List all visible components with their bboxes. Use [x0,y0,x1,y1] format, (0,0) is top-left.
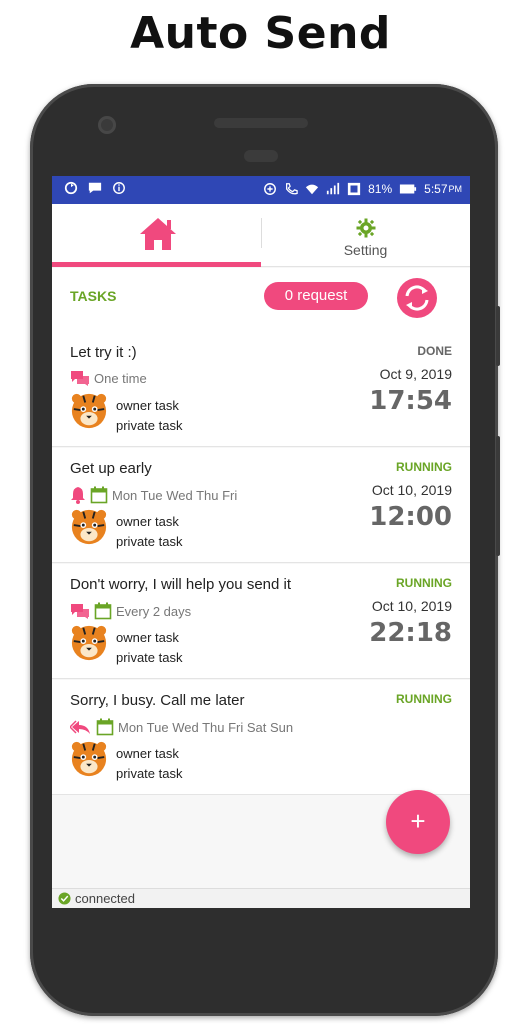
tasks-header: TASKS 0 request [52,268,470,332]
privacy-label: private task [116,766,183,781]
owner-label: owner task [116,746,179,761]
schedule-text: Mon Tue Wed Thu Fri [112,487,238,503]
task-schedule: Mon Tue Wed Thu Fri Sat Sun [70,718,293,736]
schedule-text: Every 2 days [116,603,192,619]
clock-ampm: PM [448,184,463,194]
connection-status-bar: connected [52,888,470,908]
request-button[interactable]: 0 request [264,282,368,310]
task-item[interactable]: Let try it :) One time owner task privat… [52,332,470,447]
tab-home[interactable] [52,204,261,267]
chat-icon [71,604,89,619]
task-item[interactable]: Don't worry, I will help you send it Eve… [52,564,470,679]
task-title: Get up early [70,460,152,477]
task-date: Oct 9, 2019 [379,366,452,382]
clock-time: 5:57 [424,182,448,196]
schedule-text: One time [94,370,147,386]
refresh-icon[interactable] [395,276,439,320]
task-date: Oct 10, 2019 [371,482,452,498]
gear-icon [356,218,376,238]
signal-icon-2 [347,182,361,196]
signal-icon [326,182,340,195]
reply-all-icon [70,720,90,734]
calendar-icon [96,718,114,736]
status-badge: RUNNING [396,692,452,706]
data-saver-icon [264,183,277,195]
proximity-sensor [244,150,278,162]
calendar-icon [94,602,112,620]
info-icon [113,182,125,194]
call-icon [286,183,298,195]
privacy-label: private task [116,534,183,549]
front-camera [98,116,116,134]
volume-button [496,436,500,556]
task-owner-block: owner task private task [116,512,182,552]
task-owner-block: owner task private task [116,628,182,668]
chat-icon [71,371,89,386]
tab-setting[interactable]: Setting [261,204,470,266]
owner-label: owner task [116,630,179,645]
check-circle-icon [58,892,71,905]
task-owner-block: owner task private task [116,744,182,784]
promo-title: Auto Send [130,8,391,59]
schedule-text: Mon Tue Wed Thu Fri Sat Sun [118,719,294,735]
tasks-label: TASKS [70,288,117,304]
task-date: Oct 10, 2019 [371,598,452,614]
owner-label: owner task [116,514,179,529]
bell-icon [71,487,85,504]
status-badge: RUNNING [396,460,452,474]
home-icon [140,218,176,250]
task-time: 22:18 [369,618,452,648]
task-owner-block: owner task private task [116,396,182,436]
tab-active-indicator [52,262,261,267]
task-schedule: Every 2 days [70,602,191,620]
task-item[interactable]: Get up early Mon Tue Wed Thu Fri owner t… [52,448,470,563]
power-button [496,306,500,366]
task-title: Sorry, I busy. Call me later [70,692,245,709]
task-schedule: One time [70,370,147,386]
tiger-avatar [71,509,107,545]
task-time: 17:54 [369,386,452,416]
battery-level: 81% [368,182,393,196]
privacy-label: private task [116,418,183,433]
setting-label: Setting [343,242,388,258]
chat-icon [88,182,102,194]
tab-bar: Setting [52,204,470,267]
app-screen: 81% 5:57 PM Setting TASKS 0 request Let … [52,176,470,908]
tiger-avatar [71,625,107,661]
calendar-icon [90,486,108,504]
tiger-avatar [71,741,107,777]
status-bar: 81% 5:57 PM [52,176,470,204]
connection-label: connected [75,891,135,906]
battery-icon [400,184,417,194]
task-item[interactable]: Sorry, I busy. Call me later Mon Tue Wed… [52,680,470,795]
earpiece-speaker [214,118,308,128]
task-title: Don't worry, I will help you send it [70,576,292,593]
status-badge: RUNNING [396,576,452,590]
status-badge: DONE [417,344,452,358]
task-time: 12:00 [369,502,452,532]
task-title: Let try it :) [70,344,137,361]
wifi-icon [305,184,319,195]
sync-icon [64,181,78,195]
privacy-label: private task [116,650,183,665]
tiger-avatar [71,393,107,429]
add-task-button[interactable]: + [386,790,450,854]
task-schedule: Mon Tue Wed Thu Fri [70,486,237,504]
owner-label: owner task [116,398,179,413]
